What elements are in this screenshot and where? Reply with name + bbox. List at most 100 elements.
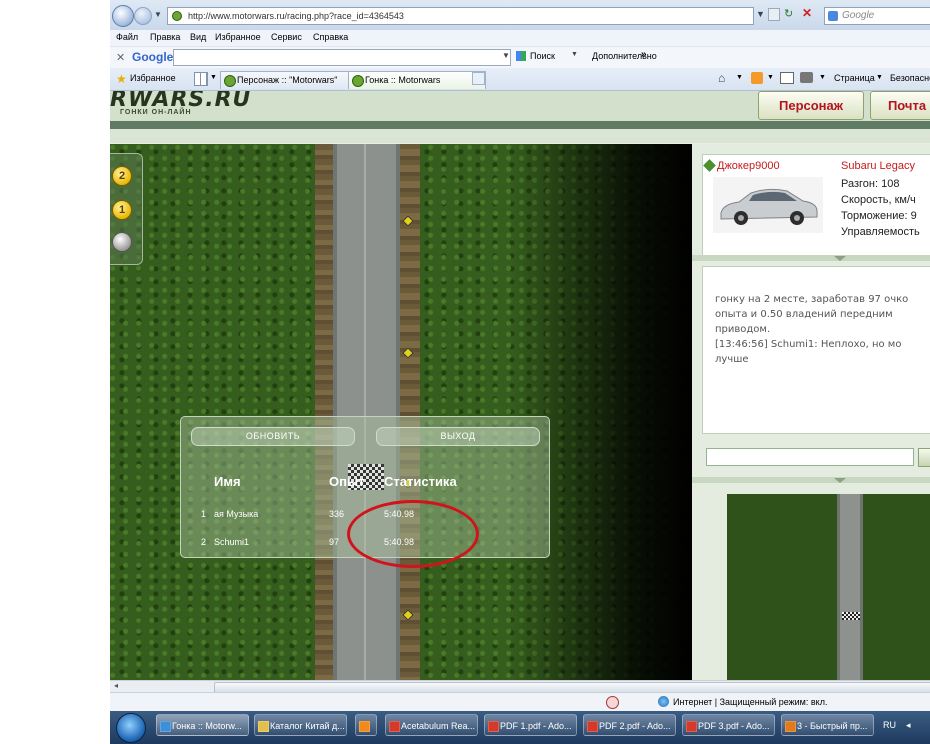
column-header-points: Опыт [329, 474, 365, 489]
taskbar-item-pdf[interactable]: PDF 2.pdf - Ado... [583, 714, 676, 736]
taskbar-item-media[interactable] [355, 714, 377, 736]
feed-dropdown-icon[interactable]: ▼ [767, 74, 774, 81]
result-name: Schumi1 [214, 537, 250, 547]
page-menu-dropdown-icon[interactable]: ▼ [876, 74, 883, 81]
pdf-icon [389, 721, 400, 732]
refresh-icon[interactable]: ↻ [784, 7, 793, 20]
chat-send-button[interactable] [918, 448, 930, 467]
pdf-icon [488, 721, 499, 732]
road-center-line [364, 144, 366, 680]
app-icon [785, 721, 796, 732]
google-toolbar: ✕ Google ▼ Поиск ▼ Дополнительно » [110, 46, 930, 70]
start-button[interactable] [116, 713, 146, 743]
search-input[interactable]: Google [824, 7, 930, 25]
chat-messages: гонку на 2 месте, заработав 97 очко опыт… [715, 294, 909, 365]
player-rank-icon [703, 159, 716, 172]
car-name[interactable]: Subaru Legacy [841, 160, 915, 172]
highlight-circle [347, 500, 479, 568]
taskbar-item-app[interactable]: 3 - Быстрый пр... [781, 714, 874, 736]
track-edge-shadow [510, 144, 692, 680]
chevron-right-icon[interactable]: » [641, 49, 647, 60]
security-zone-status: Интернет | Защищенный режим: вкл. [673, 697, 828, 707]
tray-expand-icon[interactable]: ◂ [906, 720, 911, 731]
position-badge-gold: 2 [112, 166, 132, 186]
position-badge-gold: 1 [112, 200, 132, 220]
column-header-name: Имя [214, 474, 241, 489]
position-badge-silver [112, 232, 132, 252]
tab-race[interactable]: Гонка :: Motorwars [348, 71, 486, 89]
column-header-stats: Статистика [384, 474, 457, 489]
safety-menu[interactable]: Безопасно [890, 73, 930, 83]
new-tab-button[interactable] [472, 72, 485, 85]
forward-button[interactable] [134, 7, 152, 25]
media-player-icon [359, 721, 370, 732]
google-more-button[interactable]: Дополнительно [592, 51, 657, 61]
search-placeholder: Google [842, 10, 875, 21]
favorites-button[interactable]: Избранное [130, 73, 176, 83]
page-content: RWARS.RU ГОНКИ ОН-ЛАЙН Персонаж Почта 2 … [110, 91, 930, 680]
menu-favorites[interactable]: Избранное [215, 32, 261, 42]
panel-collapse-handle[interactable] [692, 477, 930, 483]
result-place: 2 [201, 537, 207, 547]
exit-button[interactable]: ВЫХОД [376, 427, 540, 446]
pdf-icon [587, 721, 598, 732]
favorites-star-icon: ★ [116, 72, 127, 86]
google-search-button[interactable]: Поиск [530, 51, 555, 61]
google-search-dropdown-icon[interactable]: ▼ [502, 51, 510, 60]
rss-feed-icon[interactable] [751, 72, 763, 84]
header-divider [110, 121, 930, 129]
player-name[interactable]: Джокер9000 [717, 160, 780, 172]
minimap-finish-flag [842, 612, 860, 620]
quick-tabs-icon[interactable] [194, 72, 208, 86]
race-track: 2 1 [110, 144, 692, 680]
language-indicator[interactable]: RU [883, 720, 896, 730]
google-search-input[interactable] [173, 49, 511, 66]
taskbar-item-browser[interactable]: Гонка :: Motorw... [156, 714, 249, 736]
side-panel: Джокер9000 Subaru Legacy Разгон: 108 Ско… [692, 144, 930, 680]
page-menu[interactable]: Страница [834, 73, 875, 83]
panel-collapse-handle[interactable] [692, 255, 930, 261]
home-icon[interactable]: ⌂ [718, 71, 725, 85]
taskbar: Гонка :: Motorw... Каталог Китай д... Ac… [110, 711, 930, 744]
track-minimap [727, 494, 930, 680]
print-dropdown-icon[interactable]: ▼ [819, 74, 826, 81]
road [333, 144, 400, 680]
home-dropdown-icon[interactable]: ▼ [736, 74, 743, 81]
address-bar[interactable]: http://www.motorwars.ru/racing.php?race_… [167, 7, 754, 25]
mail-icon[interactable] [780, 72, 794, 84]
menu-file[interactable]: Файл [116, 32, 138, 42]
tab-list-dropdown-icon[interactable]: ▼ [210, 74, 217, 81]
search-options-icon[interactable]: ▼ [571, 51, 578, 58]
site-logo-subtitle: ГОНКИ ОН-ЛАЙН [120, 109, 192, 116]
ie-icon [160, 721, 171, 732]
site-tab-icon [352, 75, 364, 87]
compatibility-icon[interactable] [768, 8, 780, 21]
taskbar-item-pdf[interactable]: Acetabulum Rea... [385, 714, 478, 736]
stop-icon[interactable]: ✕ [802, 6, 812, 20]
menu-help[interactable]: Справка [313, 32, 348, 42]
car-stat: Управляемость [841, 226, 920, 238]
address-dropdown-icon[interactable]: ▼ [756, 9, 765, 19]
close-toolbar-icon[interactable]: ✕ [116, 51, 125, 64]
taskbar-item-folder[interactable]: Каталог Китай д... [254, 714, 347, 736]
history-dropdown-icon[interactable]: ▼ [154, 10, 162, 19]
chat-input[interactable] [706, 448, 914, 466]
internet-zone-icon [658, 696, 669, 707]
menu-bar: Файл Правка Вид Избранное Сервис Справка [110, 30, 930, 46]
nav-mail-button[interactable]: Почта [870, 91, 930, 120]
nav-character-button[interactable]: Персонаж [758, 91, 864, 120]
menu-tools[interactable]: Сервис [271, 32, 302, 42]
taskbar-item-pdf[interactable]: PDF 3.pdf - Ado... [682, 714, 775, 736]
car-stat: Торможение: 9 [841, 210, 917, 222]
menu-view[interactable]: Вид [190, 32, 206, 42]
tab-character[interactable]: Персонаж :: "Motorwars" [220, 71, 358, 89]
back-button[interactable] [112, 5, 134, 27]
position-panel: 2 1 [110, 153, 143, 265]
taskbar-item-pdf[interactable]: PDF 1.pdf - Ado... [484, 714, 577, 736]
scroll-left-icon[interactable]: ◂ [114, 681, 118, 690]
refresh-button[interactable]: ОБНОВИТЬ [191, 427, 355, 446]
menu-edit[interactable]: Правка [150, 32, 180, 42]
print-icon[interactable] [800, 72, 813, 83]
popup-blocked-icon[interactable] [606, 696, 619, 709]
header-band [110, 129, 930, 143]
